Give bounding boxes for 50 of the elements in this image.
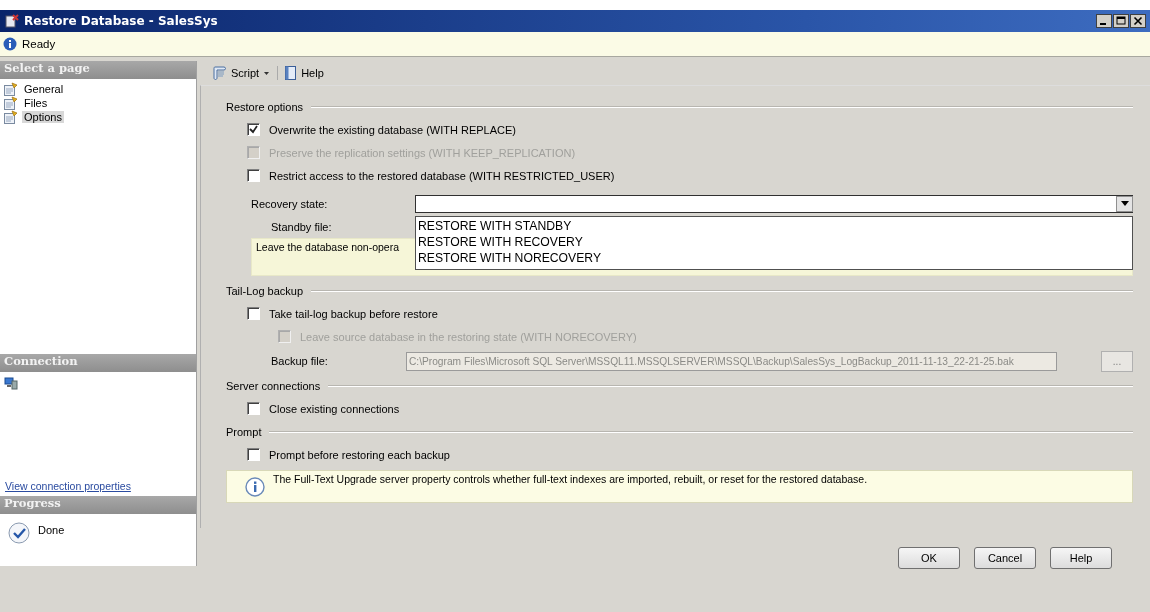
- checkbox-label: Close existing connections: [269, 402, 400, 415]
- group-title: Restore options: [226, 100, 304, 113]
- field-label: Recovery state:: [251, 197, 329, 210]
- checkbox[interactable]: [247, 169, 260, 182]
- field-label: Standby file:: [271, 220, 332, 233]
- status-text: Ready: [22, 38, 56, 50]
- checkbox-label: Take tail-log backup before restore: [269, 307, 438, 320]
- section-header: Progress: [0, 496, 196, 514]
- info-text: The Full-Text Upgrade server property controls whether full-text indexes are imported, rebuilt, or reset for the restored database.: [273, 473, 868, 485]
- toolbar-button[interactable]: Script: [212, 65, 272, 81]
- dropdown-option[interactable]: RESTORE WITH NORECOVERY: [418, 249, 1132, 266]
- page-icon: [3, 110, 19, 124]
- checkbox[interactable]: [247, 448, 260, 461]
- field-label: Backup file:: [271, 355, 329, 367]
- section-header: Connection: [0, 354, 196, 372]
- toolbar-button[interactable]: Help: [284, 65, 324, 81]
- checkmark-icon: [249, 125, 258, 134]
- page-icon: [3, 82, 19, 96]
- section-header: Select a page: [0, 61, 196, 79]
- group-title: Prompt: [226, 425, 262, 438]
- checkbox-label: Prompt before restoring each backup: [269, 448, 450, 461]
- dropdown-option[interactable]: RESTORE WITH STANDBY: [418, 217, 1132, 234]
- page-item[interactable]: Options: [22, 111, 64, 123]
- dialog-button[interactable]: OK: [898, 547, 960, 569]
- group-title: Server connections: [226, 379, 321, 392]
- dropdown-arrow-icon: [1120, 201, 1129, 206]
- checkbox[interactable]: [247, 123, 260, 136]
- checkbox-label: Overwrite the existing database (WITH REPLACE): [269, 123, 516, 136]
- checkbox-label: Restrict access to the restored database (WITH RESTRICTED_USER): [269, 169, 615, 182]
- connection-properties-link[interactable]: View connection properties: [5, 480, 131, 492]
- app-icon: [4, 13, 20, 29]
- page-item[interactable]: Files: [22, 97, 50, 109]
- computer-icon: [4, 376, 18, 390]
- check-icon: [8, 522, 30, 544]
- maximize-icon[interactable]: [1113, 14, 1129, 28]
- dialog-button[interactable]: Cancel: [974, 547, 1036, 569]
- page-icon: [3, 96, 19, 110]
- group-title: Tail-Log backup: [226, 284, 304, 297]
- book-icon: [284, 65, 299, 81]
- info-icon: [245, 476, 265, 497]
- minimize-icon[interactable]: [1096, 14, 1112, 28]
- info-icon: [3, 37, 17, 51]
- window-title: Restore Database - SalesSys: [24, 14, 219, 28]
- close-icon[interactable]: [1130, 14, 1146, 28]
- checkbox[interactable]: [247, 307, 260, 320]
- progress-status: Done: [38, 524, 65, 538]
- dialog-button[interactable]: Help: [1050, 547, 1112, 569]
- page-item[interactable]: General: [22, 83, 66, 95]
- checkbox[interactable]: [247, 402, 260, 415]
- caret-icon: [262, 69, 272, 77]
